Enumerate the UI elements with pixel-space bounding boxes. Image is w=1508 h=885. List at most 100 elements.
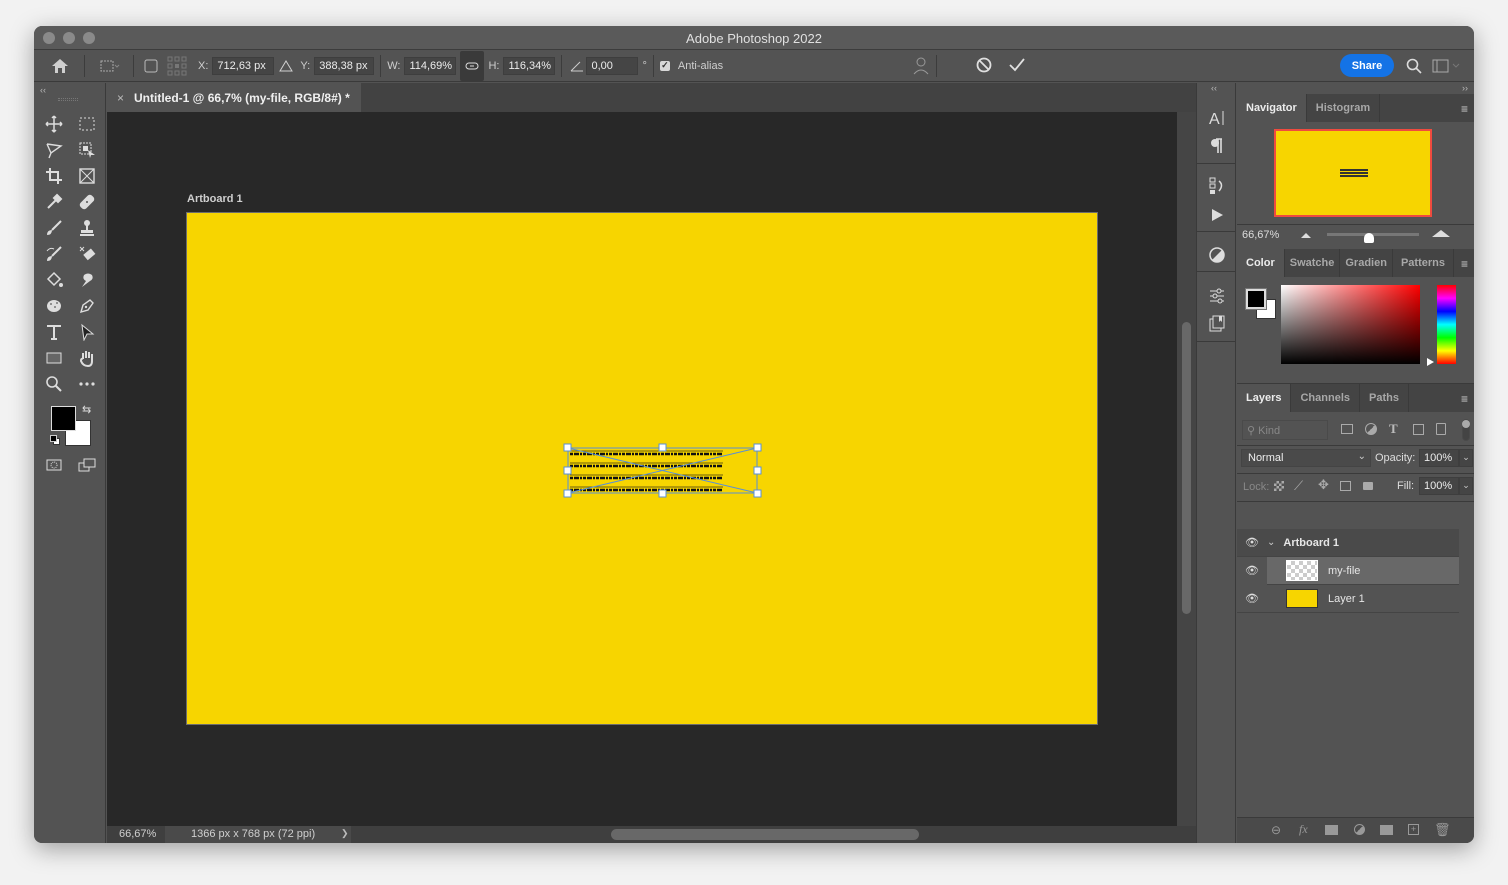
fill-dropdown[interactable]: ⌄ <box>1459 477 1473 495</box>
reference-point-toggle[interactable] <box>140 59 162 73</box>
expand-panels-icon[interactable]: ›› <box>1462 83 1468 93</box>
type-tool-icon[interactable] <box>41 320 67 344</box>
add-mask-icon[interactable] <box>1325 825 1338 835</box>
zoom-out-icon[interactable] <box>1301 233 1311 238</box>
paint-bucket-tool-icon[interactable] <box>41 268 67 292</box>
adjustments-panel-icon[interactable] <box>1205 244 1229 266</box>
collapse-strip-icon[interactable]: ‹‹ <box>1211 83 1217 93</box>
close-document-icon[interactable]: × <box>117 91 124 105</box>
sponge-tool-icon[interactable] <box>41 294 67 318</box>
quick-mask-icon[interactable] <box>41 453 67 477</box>
artboard[interactable] <box>186 212 1098 725</box>
layer-row-layer-1[interactable]: 👁 Layer 1 <box>1237 585 1459 613</box>
transform-preset-icon[interactable] <box>91 59 127 73</box>
transform-bounding-box[interactable] <box>563 443 762 498</box>
tab-swatches[interactable]: Swatche <box>1285 249 1341 277</box>
new-group-icon[interactable] <box>1380 825 1393 835</box>
visibility-eye-icon[interactable]: 👁 <box>1237 556 1267 585</box>
more-tools-icon[interactable] <box>74 372 100 396</box>
hue-slider-arrow[interactable] <box>1427 358 1434 366</box>
rotation-field[interactable]: 0,00 <box>586 56 639 75</box>
vertical-scrollbar[interactable] <box>1177 112 1196 826</box>
lock-artboard-icon[interactable] <box>1340 481 1351 491</box>
layer-filter-kind[interactable]: ⚲ Kind <box>1242 420 1328 440</box>
navigator-preview[interactable] <box>1274 129 1432 217</box>
filter-shape-icon[interactable] <box>1413 424 1424 435</box>
x-position-field[interactable]: 712,63 px <box>212 56 275 75</box>
history-panel-icon[interactable] <box>1205 175 1229 197</box>
filter-adjustment-icon[interactable] <box>1365 423 1377 435</box>
filter-smart-object-icon[interactable] <box>1436 423 1446 435</box>
tab-paths[interactable]: Paths <box>1360 384 1409 412</box>
status-zoom[interactable]: 66,67% <box>119 828 156 840</box>
reference-point-grid-icon[interactable] <box>162 56 192 76</box>
link-icon[interactable] <box>460 50 485 81</box>
visibility-eye-icon[interactable]: 👁 <box>1237 592 1267 605</box>
link-layers-icon[interactable]: ⊖ <box>1271 823 1281 837</box>
delete-layer-icon[interactable]: 🗑 <box>1434 822 1451 838</box>
document-tab[interactable]: × Untitled-1 @ 66,7% (my-file, RGB/8#) * <box>107 83 361 112</box>
toolbox-grip[interactable] <box>58 98 78 101</box>
filter-type-icon[interactable]: T <box>1389 421 1398 437</box>
search-icon[interactable] <box>1406 58 1422 74</box>
zoom-slider-thumb[interactable] <box>1364 233 1374 243</box>
filter-toggle[interactable] <box>1462 419 1470 441</box>
history-brush-tool-icon[interactable] <box>41 242 67 266</box>
tab-navigator[interactable]: Navigator <box>1237 94 1307 122</box>
artboard-label[interactable]: Artboard 1 <box>187 193 243 205</box>
tab-patterns[interactable]: Patterns <box>1393 249 1454 277</box>
eyedropper-tool-icon[interactable] <box>41 190 67 214</box>
zoom-in-icon[interactable] <box>1432 230 1450 237</box>
opacity-field[interactable]: 100% <box>1419 449 1459 467</box>
layer-name[interactable]: Layer 1 <box>1328 593 1365 605</box>
smudge-tool-icon[interactable] <box>74 268 100 292</box>
color-picker-field[interactable] <box>1281 285 1420 364</box>
layer-row-artboard[interactable]: 👁 ⌄ Artboard 1 <box>1237 529 1459 557</box>
libraries-panel-icon[interactable] <box>1205 313 1229 335</box>
warp-mode-icon[interactable] <box>912 56 930 76</box>
paragraph-panel-icon[interactable] <box>1205 135 1229 157</box>
marquee-tool-icon[interactable] <box>74 112 100 136</box>
lock-image-icon[interactable]: ⟋ <box>1294 478 1303 494</box>
move-tool-icon[interactable] <box>41 112 67 136</box>
commit-transform-icon[interactable] <box>1008 57 1026 73</box>
healing-brush-tool-icon[interactable] <box>74 190 100 214</box>
layer-name[interactable]: Artboard 1 <box>1283 537 1339 549</box>
share-button[interactable]: Share <box>1340 54 1394 77</box>
swap-colors-icon[interactable]: ⇆ <box>82 403 91 416</box>
hand-tool-icon[interactable] <box>74 346 100 370</box>
brush-tool-icon[interactable] <box>41 216 67 240</box>
anti-alias-checkbox[interactable]: ✓ <box>659 60 670 71</box>
crop-tool-icon[interactable] <box>41 164 67 188</box>
canvas-area[interactable]: Artboard 1 <box>107 112 1177 826</box>
tab-gradients[interactable]: Gradien <box>1340 249 1393 277</box>
object-selection-tool-icon[interactable] <box>74 138 100 162</box>
visibility-eye-icon[interactable]: 👁 <box>1237 536 1267 549</box>
layer-style-fx-icon[interactable]: fx <box>1299 822 1308 837</box>
new-adjustment-layer-icon[interactable] <box>1354 824 1365 835</box>
tab-color[interactable]: Color <box>1237 249 1285 277</box>
foreground-color-swatch[interactable] <box>51 406 76 431</box>
cancel-transform-icon[interactable] <box>976 57 992 73</box>
relative-position-icon[interactable] <box>274 59 298 72</box>
direct-selection-tool-icon[interactable] <box>74 320 100 344</box>
status-menu-arrow[interactable]: ❯ <box>341 828 349 839</box>
tab-channels[interactable]: Channels <box>1291 384 1360 412</box>
screen-mode-icon[interactable] <box>74 453 100 477</box>
color-menu-icon[interactable]: ≡ <box>1461 257 1468 271</box>
fill-field[interactable]: 100% <box>1419 477 1459 495</box>
zoom-tool-icon[interactable] <box>41 372 67 396</box>
layer-row-my-file[interactable]: 👁 my-file <box>1237 556 1459 585</box>
height-field[interactable]: 116,34% <box>503 56 556 75</box>
layers-menu-icon[interactable]: ≡ <box>1461 392 1468 406</box>
horizontal-scroll-thumb[interactable] <box>611 829 919 840</box>
vertical-scroll-thumb[interactable] <box>1182 322 1191 614</box>
frame-tool-icon[interactable] <box>74 164 100 188</box>
rectangle-tool-icon[interactable] <box>41 346 67 370</box>
home-icon[interactable] <box>42 58 78 74</box>
color-foreground-swatch[interactable] <box>1245 288 1267 310</box>
navigator-menu-icon[interactable]: ≡ <box>1461 102 1468 116</box>
filter-pixel-icon[interactable] <box>1341 424 1353 434</box>
new-layer-icon[interactable]: + <box>1408 824 1419 835</box>
clone-stamp-tool-icon[interactable] <box>74 216 100 240</box>
